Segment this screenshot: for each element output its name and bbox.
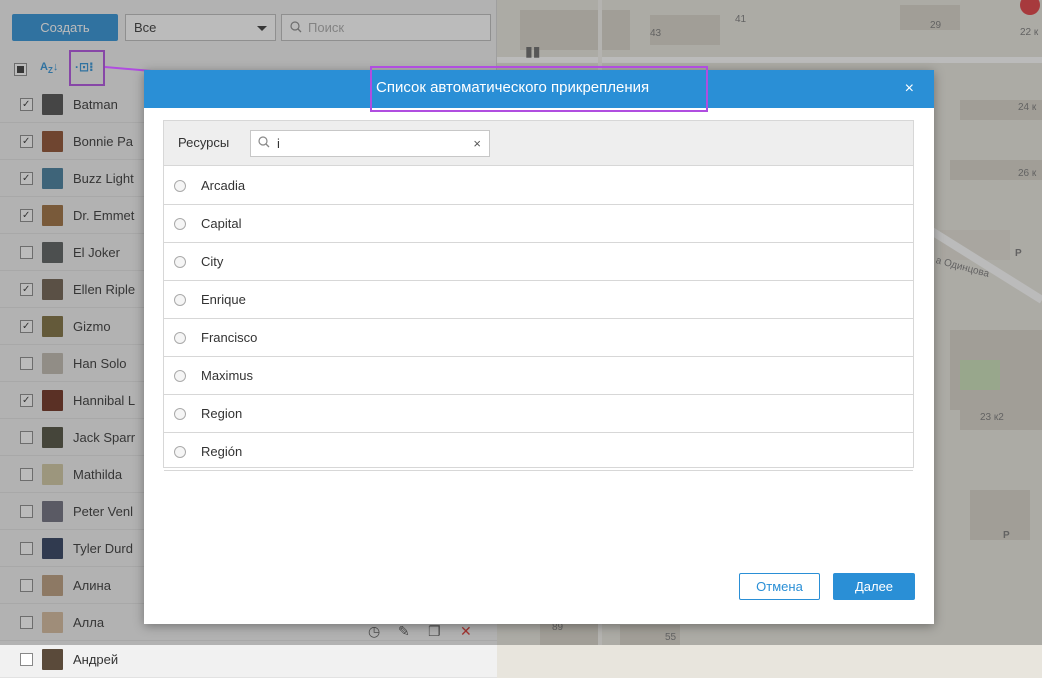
- resource-name: Maximus: [201, 368, 254, 383]
- resource-radio[interactable]: [174, 332, 186, 344]
- resource-name: City: [201, 254, 224, 269]
- cancel-button[interactable]: Отмена: [739, 573, 820, 600]
- resource-row[interactable]: Region: [164, 395, 913, 433]
- auto-attach-dialog: Список автоматического прикрепления × Ре…: [144, 66, 934, 624]
- resource-name: Francisco: [201, 330, 258, 345]
- dialog-header: Список автоматического прикрепления ×: [144, 66, 934, 112]
- resource-row[interactable]: Arcadia: [164, 167, 913, 205]
- resource-list: Ресурсы i × Arcadia Capital City Enrique Fra…: [163, 120, 914, 471]
- resources-label: Ресурсы: [178, 135, 230, 150]
- unit-row[interactable]: Андрей: [0, 641, 497, 678]
- resource-radio[interactable]: [174, 446, 186, 458]
- resource-name: Enrique: [201, 292, 246, 307]
- resource-search-input[interactable]: i ×: [250, 130, 490, 157]
- unit-name: Андрей: [73, 652, 119, 667]
- resource-radio[interactable]: [174, 218, 186, 230]
- dialog-title: Список автоматического прикрепления: [376, 79, 650, 96]
- resource-row[interactable]: Maximus: [164, 357, 913, 395]
- resource-row[interactable]: Francisco: [164, 319, 913, 357]
- unit-checkbox[interactable]: [20, 653, 33, 666]
- resource-row[interactable]: Enrique: [164, 281, 913, 319]
- resource-radio[interactable]: [174, 370, 186, 382]
- search-icon: [258, 136, 270, 151]
- resource-name: Arcadia: [201, 178, 246, 193]
- resource-radio[interactable]: [174, 256, 186, 268]
- resource-row[interactable]: City: [164, 243, 913, 281]
- resource-row[interactable]: Capital: [164, 205, 913, 243]
- resource-search-value: i: [277, 136, 280, 151]
- resource-name: Region: [201, 406, 243, 421]
- unit-avatar: [42, 649, 63, 670]
- close-icon[interactable]: ×: [905, 80, 914, 98]
- clear-icon[interactable]: ×: [473, 136, 481, 151]
- resource-radio[interactable]: [174, 408, 186, 420]
- resource-radio[interactable]: [174, 180, 186, 192]
- resource-name: Región: [201, 444, 243, 459]
- resource-radio[interactable]: [174, 294, 186, 306]
- resource-name: Capital: [201, 216, 242, 231]
- next-button[interactable]: Далее: [833, 573, 915, 600]
- resource-row[interactable]: Región: [164, 433, 913, 471]
- resource-list-header: Ресурсы i ×: [164, 121, 913, 166]
